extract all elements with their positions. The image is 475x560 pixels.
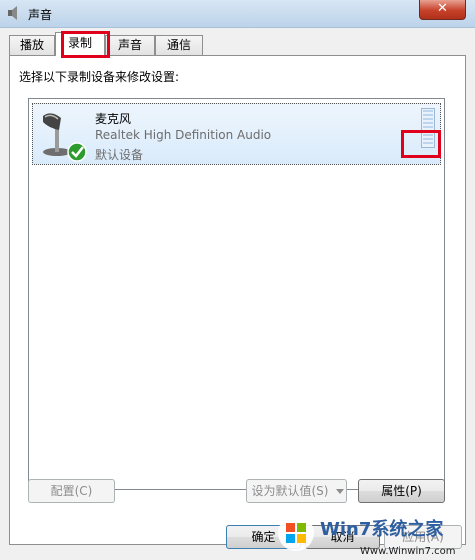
tab-communications[interactable]: 通信 (155, 35, 203, 55)
close-button[interactable]: ✕ (419, 0, 466, 20)
device-name: 麦克风 (95, 112, 132, 126)
title-bar[interactable]: 声音 ✕ (0, 0, 475, 28)
configure-button[interactable]: 配置(C) (28, 479, 115, 503)
watermark-brand: Win7系统之家 (320, 518, 444, 540)
close-icon: ✕ (437, 1, 448, 16)
properties-button[interactable]: 属性(P) (358, 479, 445, 503)
speaker-icon (8, 6, 17, 20)
set-default-button[interactable]: 设为默认值(S) (246, 479, 334, 503)
tab-highlight-annotation (61, 31, 110, 58)
dialog-client: 播放 录制 声音 通信 选择以下录制设备来修改设置: 麦克风 Realtek H… (0, 28, 475, 560)
device-item-microphone[interactable]: 麦克风 Realtek High Definition Audio 默认设备 (32, 103, 441, 165)
device-description: Realtek High Definition Audio (95, 128, 272, 142)
watermark-logo: Win7系统之家 Www.Winwin7.com (278, 515, 455, 557)
watermark-url: Www.Winwin7.com (360, 546, 455, 557)
tab-playback[interactable]: 播放 (9, 35, 55, 55)
level-highlight-annotation (401, 130, 441, 158)
instruction-label: 选择以下录制设备来修改设置: (19, 70, 180, 84)
tab-sounds[interactable]: 声音 (105, 35, 155, 55)
device-status: 默认设备 (95, 148, 144, 162)
device-list[interactable]: 麦克风 Realtek High Definition Audio 默认设备 (28, 98, 445, 490)
microphone-icon (43, 113, 87, 162)
window-title: 声音 (28, 8, 53, 22)
set-default-dropdown[interactable] (333, 479, 347, 503)
